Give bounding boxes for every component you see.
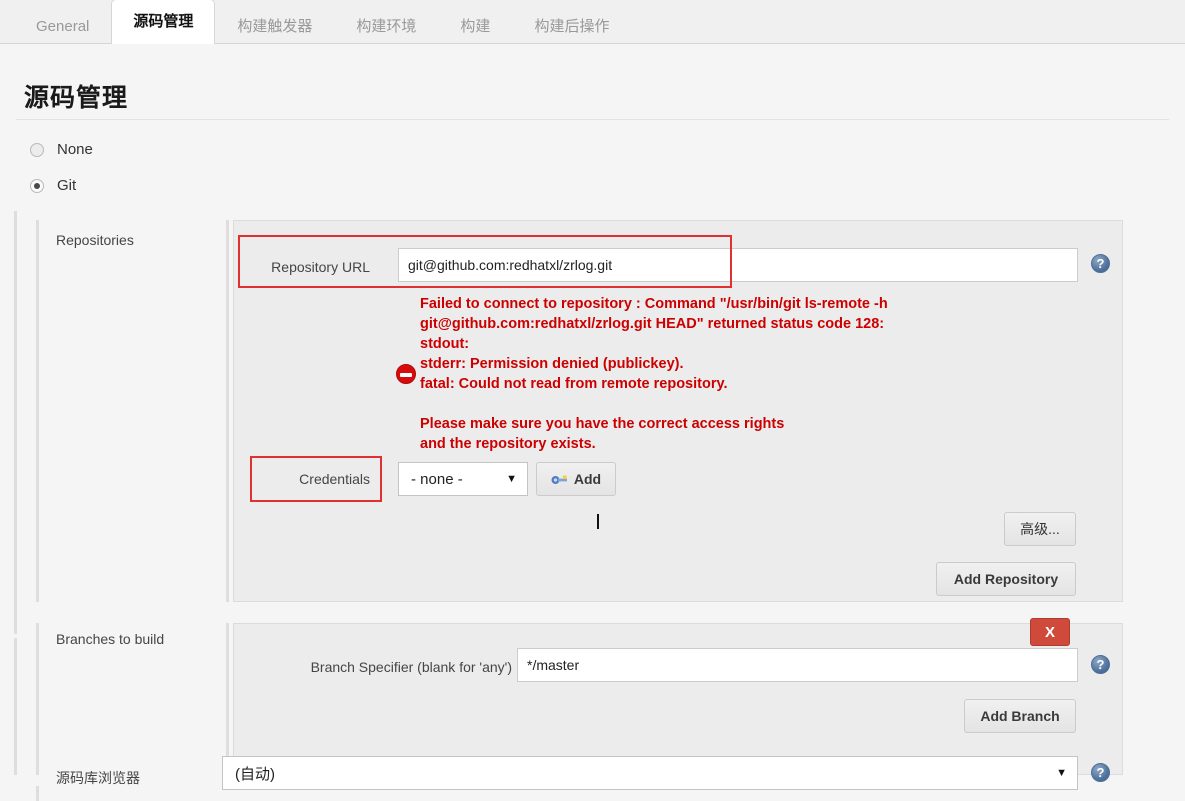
scm-config-page: 源码管理 None Git Repositories Repository UR… — [0, 44, 1185, 801]
tab-build[interactable]: 构建 — [438, 8, 512, 44]
repository-url-input[interactable] — [398, 248, 1078, 282]
branch-specifier-help-icon[interactable]: ? — [1091, 655, 1110, 674]
repository-browser-row-rail — [36, 786, 39, 801]
git-section-rail — [14, 211, 17, 634]
branches-section-rail — [14, 638, 17, 775]
repository-url-label: Repository URL — [271, 259, 370, 275]
radio-git-label: Git — [57, 177, 77, 194]
branches-row-rail — [36, 623, 39, 775]
repository-url-help-icon[interactable]: ? — [1091, 254, 1110, 273]
tab-source-code-management[interactable]: 源码管理 — [111, 0, 216, 44]
tab-list: General 源码管理 构建触发器 构建环境 构建 构建后操作 — [0, 0, 1185, 44]
repository-browser-help-icon[interactable]: ? — [1091, 763, 1110, 782]
page-title: 源码管理 — [24, 84, 129, 112]
radio-none-icon[interactable] — [30, 142, 44, 157]
radio-none-label: None — [57, 141, 93, 158]
add-credentials-label: Add — [573, 471, 602, 487]
repositories-row-rail — [36, 220, 39, 602]
credentials-label: Credentials — [299, 471, 370, 487]
repository-browser-row-label: 源码库浏览器 — [56, 770, 140, 786]
branches-row-label: Branches to build — [56, 631, 165, 647]
branch-specifier-label: Branch Specifier (blank for 'any') — [310, 659, 512, 675]
add-credentials-button[interactable]: Add — [536, 462, 616, 496]
chevron-down-icon-browser: ▼ — [1056, 767, 1067, 779]
radio-git-icon[interactable] — [30, 178, 44, 193]
key-icon — [551, 475, 567, 484]
mouse-text-cursor — [597, 514, 599, 529]
repository-browser-select-value: (自动) — [235, 765, 275, 783]
repositories-row-label: Repositories — [56, 232, 134, 248]
add-repository-button[interactable]: Add Repository — [936, 562, 1076, 596]
radio-row-git[interactable]: Git — [30, 177, 76, 194]
delete-branch-button[interactable]: X — [1030, 618, 1070, 646]
add-branch-button[interactable]: Add Branch — [964, 699, 1076, 733]
error-deny-icon — [396, 364, 416, 384]
repository-browser-select[interactable]: (自动) ▼ — [222, 756, 1078, 790]
radio-row-none[interactable]: None — [30, 141, 93, 158]
branch-specifier-input[interactable] — [517, 648, 1078, 682]
advanced-button[interactable]: 高级... — [1004, 512, 1076, 546]
tab-general[interactable]: General — [14, 8, 111, 44]
tab-build-environment[interactable]: 构建环境 — [334, 8, 438, 44]
tab-build-triggers[interactable]: 构建触发器 — [215, 8, 334, 44]
credentials-select-value: - none - — [411, 470, 463, 488]
repository-error-message: Failed to connect to repository : Comman… — [420, 296, 888, 452]
tab-post-build-actions[interactable]: 构建后操作 — [512, 8, 631, 44]
chevron-down-icon: ▼ — [506, 473, 517, 485]
credentials-select[interactable]: - none - ▼ — [398, 462, 528, 496]
tab-bar: General 源码管理 构建触发器 构建环境 构建 构建后操作 — [0, 0, 1185, 44]
branches-inner-rail — [226, 623, 229, 775]
repositories-inner-rail — [226, 220, 229, 602]
title-divider — [16, 119, 1169, 120]
